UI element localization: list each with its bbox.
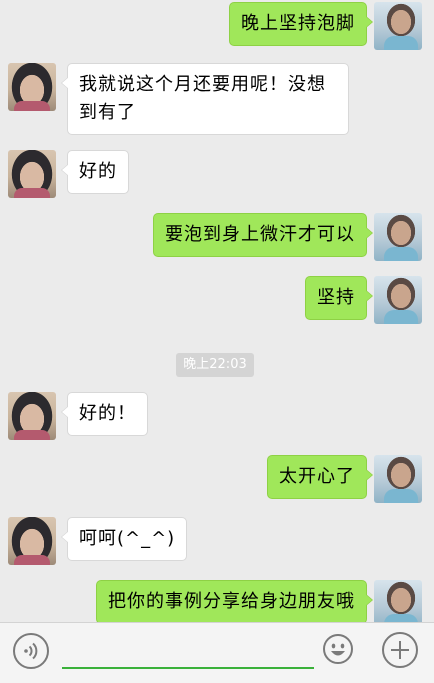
my-avatar[interactable] [374,276,422,324]
message-text: 要泡到身上微汗才可以 [165,224,355,245]
message-bubble-sent[interactable]: 太开心了 [267,455,373,499]
message-bubble-sent[interactable]: 坚持 [305,276,373,320]
emoji-icon[interactable] [322,633,354,665]
my-avatar[interactable] [374,213,422,261]
contact-avatar[interactable] [8,63,56,111]
message-bubble-sent[interactable]: 晚上坚持泡脚 [229,2,373,46]
message-bubble-received[interactable]: 好的 [61,150,129,194]
message-input[interactable] [62,635,314,669]
input-bar [0,622,434,683]
chat-area: 晚上坚持泡脚 我就说这个月还要用呢！没想到有了 好的 要泡到身上微汗才可以 坚持… [0,0,434,622]
plus-icon[interactable] [382,632,418,668]
message-text: 晚上坚持泡脚 [241,13,355,34]
message-bubble-received[interactable]: 呵呵(^_^) [60,517,188,561]
message-bubble-received[interactable]: 我就说这个月还要用呢！没想到有了 [61,63,349,135]
my-avatar[interactable] [374,580,422,622]
message-text: 好的 [79,161,117,182]
time-divider: 晚上22:03 [176,353,254,377]
contact-avatar[interactable] [8,150,56,198]
contact-avatar[interactable] [8,517,56,565]
message-bubble-sent[interactable]: 要泡到身上微汗才可以 [153,213,373,257]
message-text: 把你的事例分享给身边朋友哦 [108,591,355,612]
message-bubble-sent[interactable]: 把你的事例分享给身边朋友哦 [96,580,373,622]
my-avatar[interactable] [374,455,422,503]
my-avatar[interactable] [374,2,422,50]
message-text: 好的！ [79,403,136,424]
message-text: 太开心了 [279,466,355,487]
contact-avatar[interactable] [8,392,56,440]
message-text: 坚持 [317,287,355,308]
voice-icon[interactable] [13,633,49,669]
message-text: 我就说这个月还要用呢！没想到有了 [79,74,326,123]
message-bubble-received[interactable]: 好的！ [61,392,148,436]
message-text: 呵呵(^_^) [79,528,176,549]
